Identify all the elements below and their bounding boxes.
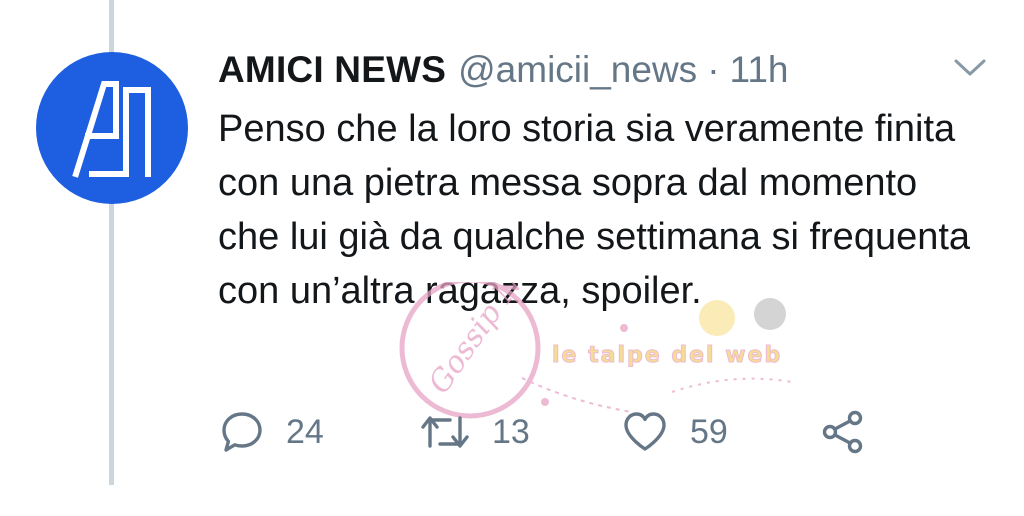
- author-name[interactable]: AMICI NEWS: [218, 49, 446, 91]
- heart-icon: [624, 412, 666, 451]
- author-handle[interactable]: @amicii_news: [458, 49, 697, 91]
- chevron-down-icon: [954, 59, 986, 76]
- tweet-timestamp[interactable]: 11h: [730, 49, 789, 91]
- avatar[interactable]: [36, 52, 188, 204]
- reply-icon: [222, 412, 262, 452]
- retweet-icon: [421, 416, 469, 448]
- like-button[interactable]: 59: [622, 404, 728, 460]
- watermark-text: le talpe del web: [552, 343, 782, 368]
- tweet-text: Penso che la loro storia sia veramente f…: [218, 108, 971, 312]
- reply-button[interactable]: 24: [220, 404, 324, 460]
- amici-news-logo-icon: [72, 81, 151, 178]
- share-button[interactable]: [820, 404, 866, 460]
- header-separator: ·: [707, 49, 720, 90]
- tweet-header: AMICI NEWS @amicii_news · 11h: [218, 46, 789, 94]
- tweet-menu-button[interactable]: [950, 52, 990, 84]
- reply-count: 24: [286, 412, 324, 451]
- retweet-button[interactable]: 13: [420, 404, 530, 460]
- tweet-actions: 24 13 59: [220, 404, 880, 460]
- retweet-count: 13: [492, 412, 530, 451]
- share-icon: [822, 410, 863, 454]
- like-count: 59: [690, 412, 728, 451]
